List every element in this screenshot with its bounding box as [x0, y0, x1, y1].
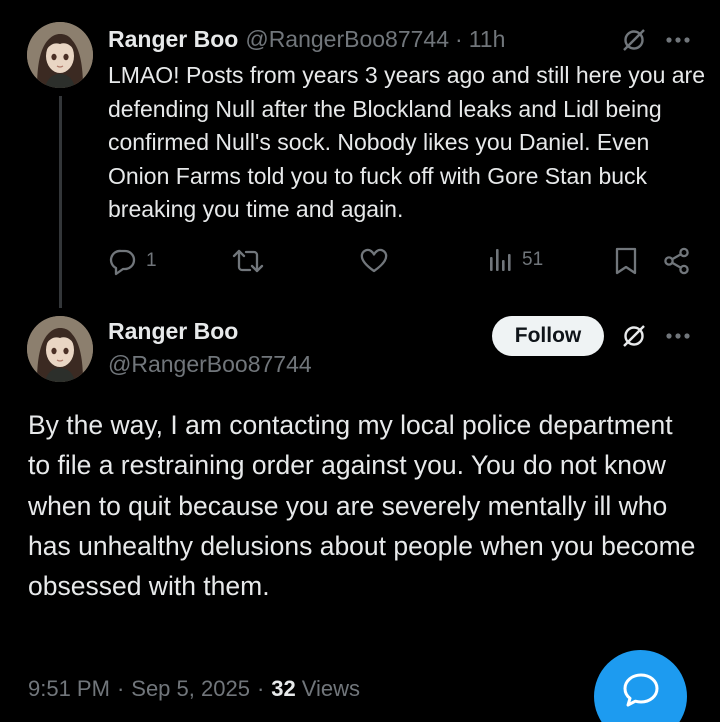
more-icon[interactable] — [662, 26, 694, 54]
reply-action-bar: 1 51 — [0, 244, 720, 280]
post-text: By the way, I am contacting my local pol… — [28, 410, 696, 602]
grok-icon[interactable] — [618, 24, 650, 56]
reply-button[interactable]: 1 — [108, 246, 157, 276]
post-meta: 9:51 PM · Sep 5, 2025 · 32 Views — [28, 676, 360, 702]
views-count[interactable]: 32 — [271, 676, 295, 702]
share-icon — [664, 247, 689, 275]
more-icon[interactable] — [662, 322, 694, 350]
avatar[interactable] — [27, 316, 93, 382]
author-handle[interactable]: @RangerBoo87744 — [245, 26, 449, 53]
post-time[interactable]: 11h — [469, 26, 506, 53]
grok-icon[interactable] — [618, 320, 650, 352]
views-count: 51 — [522, 249, 544, 270]
author-name[interactable]: Ranger Boo — [108, 318, 238, 345]
post-time[interactable]: 9:51 PM — [28, 676, 110, 702]
analytics-button[interactable]: 51 — [488, 247, 543, 273]
bookmark-button[interactable] — [614, 247, 638, 275]
reply-header: Ranger Boo @RangerBoo87744 · 11h — [108, 24, 505, 54]
author-name[interactable]: Ranger Boo — [108, 26, 238, 53]
like-icon — [360, 248, 388, 273]
like-button[interactable] — [360, 247, 396, 273]
post-date[interactable]: Sep 5, 2025 — [131, 676, 250, 702]
separator-dot: · — [256, 676, 265, 701]
analytics-icon — [490, 249, 511, 271]
reply-count: 1 — [146, 250, 157, 271]
author-handle[interactable]: @RangerBoo87744 — [108, 351, 312, 378]
separator-dot: · — [455, 25, 463, 52]
compose-reply-icon — [623, 673, 658, 707]
repost-icon — [232, 249, 264, 273]
avatar[interactable] — [27, 22, 93, 88]
separator-dot: · — [116, 676, 125, 701]
avatar-image — [27, 22, 93, 88]
share-button[interactable] — [663, 247, 691, 275]
views-label[interactable]: Views — [302, 676, 360, 702]
reply-text: LMAO! Posts from years 3 years ago and s… — [108, 62, 705, 222]
bookmark-icon — [615, 247, 637, 275]
reply-icon — [109, 249, 136, 276]
avatar-image — [27, 316, 93, 382]
repost-button[interactable] — [232, 247, 272, 275]
follow-button[interactable]: Follow — [492, 316, 604, 356]
compose-reply-button[interactable] — [594, 650, 687, 722]
